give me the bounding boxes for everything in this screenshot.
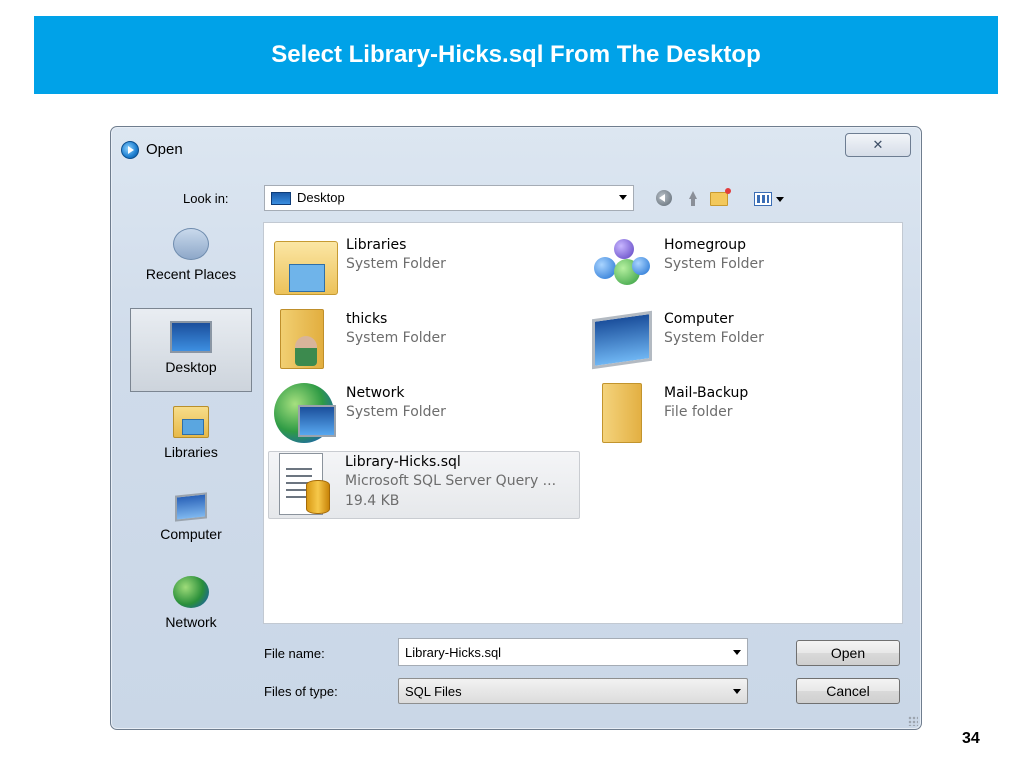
slide-title: Select Library-Hicks.sql From The Deskto… bbox=[271, 41, 761, 68]
file-name-label: File name: bbox=[264, 646, 325, 661]
dialog-body: Recent Places Desktop Libraries Computer… bbox=[110, 126, 922, 730]
network-icon bbox=[274, 383, 336, 443]
homegroup-icon bbox=[592, 235, 656, 291]
computer-icon bbox=[592, 310, 652, 370]
slide: Select Library-Hicks.sql From The Deskto… bbox=[0, 0, 1024, 768]
item-size: 19.4 KB bbox=[345, 493, 400, 509]
list-item-library-hicks-sql[interactable]: Library-Hicks.sql Microsoft SQL Server Q… bbox=[268, 451, 580, 519]
place-network[interactable]: Network bbox=[130, 572, 252, 642]
list-item-computer[interactable]: Computer System Folder bbox=[588, 309, 888, 373]
list-item-network[interactable]: Network System Folder bbox=[270, 383, 570, 447]
page-number: 34 bbox=[962, 730, 980, 747]
place-label: Libraries bbox=[164, 444, 218, 460]
item-type: System Folder bbox=[346, 256, 446, 272]
folder-icon bbox=[602, 383, 642, 443]
title-banner: Select Library-Hicks.sql From The Deskto… bbox=[34, 16, 998, 94]
file-name-value: Library-Hicks.sql bbox=[405, 645, 502, 660]
item-name: Libraries bbox=[346, 237, 407, 253]
recent-places-icon bbox=[173, 228, 209, 260]
list-item-thicks[interactable]: thicks System Folder bbox=[270, 309, 570, 373]
file-name-input[interactable]: Library-Hicks.sql bbox=[398, 638, 748, 666]
cancel-button[interactable]: Cancel bbox=[796, 678, 900, 704]
file-type-dropdown[interactable]: SQL Files bbox=[398, 678, 748, 704]
list-item-mail-backup[interactable]: Mail-Backup File folder bbox=[588, 383, 888, 447]
computer-icon bbox=[175, 492, 207, 522]
item-type: System Folder bbox=[346, 330, 446, 346]
resize-grip-icon[interactable] bbox=[908, 716, 918, 726]
place-label: Desktop bbox=[165, 359, 217, 375]
open-button[interactable]: Open bbox=[796, 640, 900, 666]
sql-file-icon bbox=[279, 453, 330, 515]
file-type-label: Files of type: bbox=[264, 684, 338, 699]
place-desktop[interactable]: Desktop bbox=[130, 308, 252, 392]
item-name: Homegroup bbox=[664, 237, 747, 253]
item-name: Library-Hicks.sql bbox=[345, 454, 461, 470]
places-bar: Recent Places Desktop Libraries Computer… bbox=[118, 216, 256, 636]
item-name: Network bbox=[346, 385, 405, 401]
place-label: Network bbox=[165, 614, 217, 630]
homegroup-ball bbox=[614, 239, 634, 259]
file-type-value: SQL Files bbox=[405, 684, 462, 699]
item-name: thicks bbox=[346, 311, 388, 327]
chevron-down-icon[interactable] bbox=[733, 689, 741, 694]
item-name: Mail-Backup bbox=[664, 385, 749, 401]
place-label: Computer bbox=[160, 526, 222, 542]
user-folder-icon bbox=[280, 309, 324, 369]
place-label: Recent Places bbox=[145, 266, 237, 282]
item-type: Microsoft SQL Server Query ... bbox=[345, 473, 557, 489]
place-recent-places[interactable]: Recent Places bbox=[130, 222, 252, 292]
desktop-icon bbox=[170, 321, 212, 353]
item-type: System Folder bbox=[664, 256, 764, 272]
libraries-folder-icon bbox=[274, 241, 338, 295]
network-icon bbox=[173, 576, 209, 608]
libraries-icon bbox=[173, 406, 209, 438]
list-item-libraries[interactable]: Libraries System Folder bbox=[270, 235, 570, 299]
item-type: File folder bbox=[664, 404, 733, 420]
item-type: System Folder bbox=[664, 330, 764, 346]
place-computer[interactable]: Computer bbox=[130, 488, 252, 558]
file-list[interactable]: Libraries System Folder Homegroup System… bbox=[263, 222, 903, 624]
chevron-down-icon[interactable] bbox=[733, 650, 741, 655]
homegroup-ball bbox=[632, 257, 650, 275]
homegroup-ball bbox=[594, 257, 616, 279]
list-item-homegroup[interactable]: Homegroup System Folder bbox=[588, 235, 888, 299]
item-name: Computer bbox=[664, 311, 734, 327]
place-libraries[interactable]: Libraries bbox=[130, 402, 252, 472]
item-type: System Folder bbox=[346, 404, 446, 420]
